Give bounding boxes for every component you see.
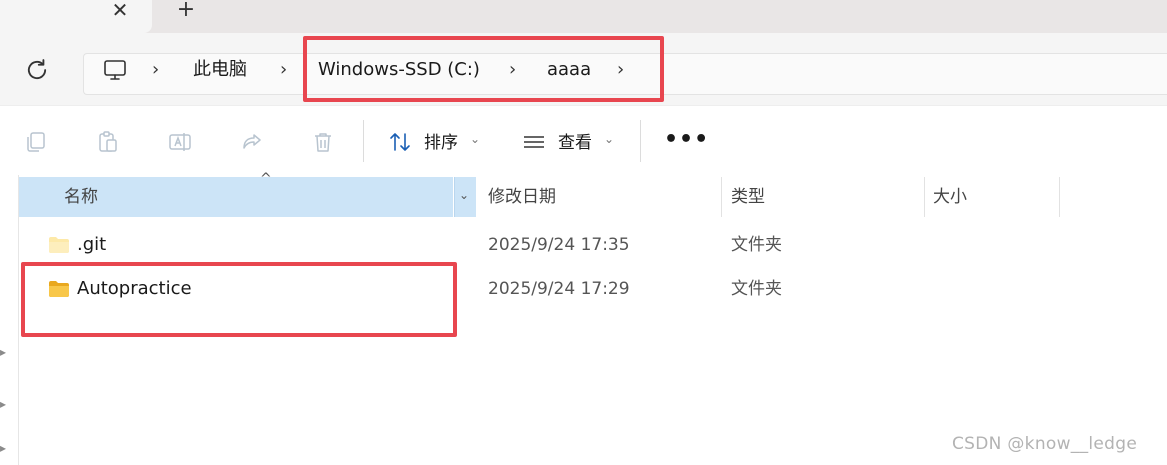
column-header-type[interactable]: 类型 — [731, 186, 765, 208]
command-divider — [363, 120, 364, 162]
more-options-icon[interactable]: ••• — [664, 128, 709, 152]
file-modified-date: 2025/9/24 17:35 — [488, 235, 630, 255]
breadcrumb-chevron-icon[interactable]: › — [280, 57, 287, 83]
column-header-size[interactable]: 大小 — [933, 186, 967, 208]
close-tab-icon[interactable]: ✕ — [106, 0, 134, 24]
refresh-icon[interactable] — [23, 56, 51, 84]
breadcrumb-this-pc[interactable]: 此电脑 — [193, 57, 247, 83]
pin-icon: ▸ — [0, 441, 7, 455]
command-divider — [640, 120, 641, 162]
highlight-box-breadcrumb — [303, 36, 664, 102]
share-icon[interactable] — [240, 130, 264, 154]
file-type: 文件夹 — [731, 279, 782, 299]
pin-icon: ▸ — [0, 345, 7, 359]
view-button-label[interactable]: 查看 — [558, 131, 592, 155]
file-name[interactable]: .git — [77, 234, 106, 256]
highlight-box-autopractice — [21, 262, 457, 337]
view-icon[interactable] — [522, 130, 546, 154]
paste-icon[interactable] — [96, 130, 120, 154]
tab-strip: ✕ + — [0, 0, 1167, 33]
folder-icon — [49, 237, 69, 253]
watermark-text: CSDN @know__ledge — [952, 434, 1138, 454]
column-name-label: 名称 — [64, 187, 98, 207]
column-header-date[interactable]: 修改日期 — [488, 186, 556, 208]
view-dropdown-chevron-icon[interactable]: ⌄ — [604, 132, 614, 146]
command-bar: 排序 ⌄ 查看 ⌄ ••• — [0, 105, 1167, 176]
pin-icon: ▸ — [0, 397, 7, 411]
new-tab-button[interactable]: + — [172, 0, 200, 24]
column-divider[interactable] — [924, 177, 925, 217]
column-filter-dropdown[interactable]: ⌄ — [454, 177, 476, 217]
column-header: ^ 名称 ⌄ 修改日期 类型 大小 — [19, 171, 1167, 217]
active-tab[interactable]: ✕ — [0, 0, 152, 33]
file-type: 文件夹 — [731, 235, 782, 255]
copy-icon[interactable] — [24, 130, 48, 154]
delete-icon[interactable] — [311, 130, 335, 154]
breadcrumb-chevron-icon[interactable]: › — [152, 57, 159, 83]
this-pc-icon[interactable] — [102, 57, 128, 83]
sort-button-label[interactable]: 排序 — [424, 131, 458, 155]
file-row-git[interactable]: .git 2025/9/24 17:35 文件夹 — [19, 223, 1167, 267]
sort-icon[interactable] — [388, 130, 412, 154]
chevron-down-icon: ⌄ — [459, 188, 470, 202]
file-modified-date: 2025/9/24 17:29 — [488, 279, 630, 299]
column-divider[interactable] — [1059, 177, 1060, 217]
column-divider[interactable] — [721, 177, 722, 217]
sort-ascending-icon: ^ — [260, 171, 272, 187]
navigation-pane-edge[interactable]: ▸ ▸ ▸ — [0, 175, 19, 465]
rename-icon[interactable] — [168, 130, 192, 154]
column-header-name[interactable]: ^ 名称 — [19, 171, 453, 217]
sort-dropdown-chevron-icon[interactable]: ⌄ — [470, 132, 480, 146]
